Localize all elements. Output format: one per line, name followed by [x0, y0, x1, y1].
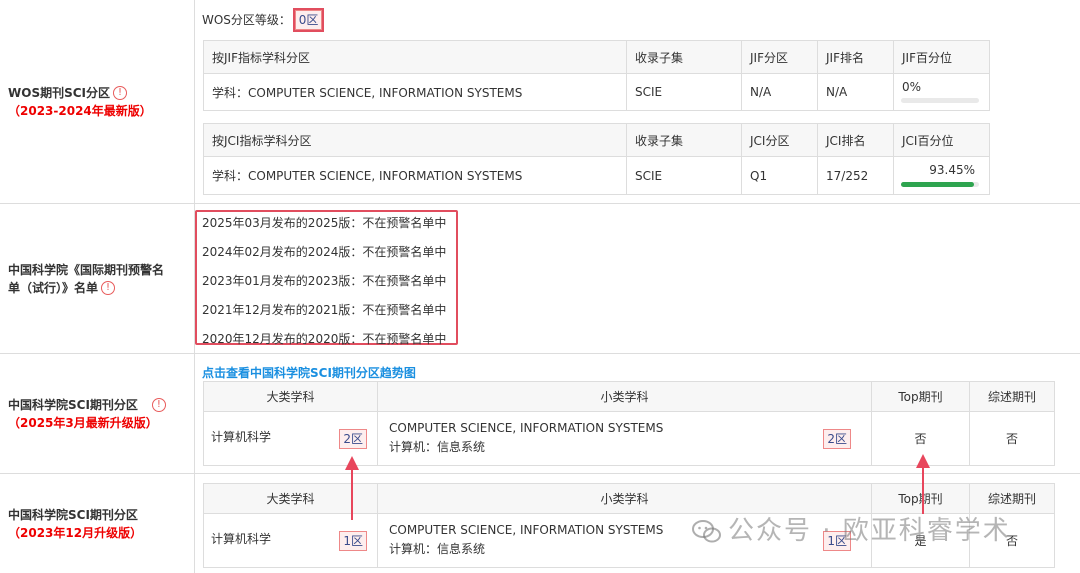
- jci-header-zone: JCI分区: [741, 123, 818, 157]
- jci-percentile-cell: 93.45%: [893, 156, 990, 195]
- arrow-up-icon: [345, 456, 359, 520]
- header-minor: 小类学科: [377, 483, 872, 514]
- jci-header-row: 按JCI指标学科分区 收录子集 JCI分区 JCI排名 JCI百分位: [203, 123, 990, 157]
- cas-2023-sub: （2023年12月升级版）: [8, 525, 143, 540]
- major-cell: 计算机科学 1区: [203, 513, 378, 568]
- minor-subject-cn: 计算机：信息系统: [389, 542, 486, 556]
- watermark-text: 公众号 · 欧亚科睿学术: [728, 516, 1011, 546]
- list-item: 2020年12月发布的2020版：不在预警名单中: [202, 332, 447, 346]
- header-major: 大类学科: [203, 381, 378, 412]
- info-icon[interactable]: !: [113, 86, 127, 100]
- cas-warning-section: 中国科学院《国际期刊预警名单（试行）》名单! 2025年03月发布的2025版：…: [0, 203, 1080, 353]
- jci-header-subset: 收录子集: [626, 123, 742, 157]
- major-zone-badge: 1区: [339, 531, 367, 551]
- jif-header-zone: JIF分区: [741, 40, 818, 74]
- cas-warning-label: 中国科学院《国际期刊预警名单（试行）》名单: [8, 262, 165, 295]
- wos-section: WOS期刊SCI分区! （2023-2024年最新版） WOS分区等级： 0区 …: [0, 0, 1080, 203]
- minor-subject-en: COMPUTER SCIENCE, INFORMATION SYSTEMS: [389, 421, 664, 435]
- jif-percentile: 0%: [902, 80, 922, 94]
- jci-percentile: 93.45%: [929, 163, 975, 177]
- cas-2025-content: 点击查看中国科学院SCI期刊分区趋势图 大类学科 小类学科 Top期刊 综述期刊…: [195, 354, 1080, 473]
- list-item: 2025年03月发布的2025版：不在预警名单中: [202, 216, 447, 230]
- cas-warning-label-cell: 中国科学院《国际期刊预警名单（试行）》名单!: [0, 204, 195, 353]
- cas-2025-label: 中国科学院SCI期刊分区: [8, 397, 138, 412]
- wos-content: WOS分区等级： 0区 按JIF指标学科分区 收录子集 JIF分区 JIF排名 …: [195, 0, 1080, 203]
- jci-zone: Q1: [741, 156, 818, 195]
- cas-2025-label-cell: 中国科学院SCI期刊分区! （2025年3月最新升级版）: [0, 354, 195, 473]
- header-review: 综述期刊: [969, 483, 1055, 514]
- jci-subset: SCIE: [626, 156, 742, 195]
- jci-rank: 17/252: [817, 156, 894, 195]
- table-row: 学科：COMPUTER SCIENCE, INFORMATION SYSTEMS…: [203, 156, 990, 195]
- table-row: 学科：COMPUTER SCIENCE, INFORMATION SYSTEMS…: [203, 73, 990, 111]
- jci-header-rank: JCI排名: [817, 123, 894, 157]
- minor-subject-en: COMPUTER SCIENCE, INFORMATION SYSTEMS: [389, 523, 664, 537]
- jci-header-subject: 按JCI指标学科分区: [203, 123, 627, 157]
- jif-table: 按JIF指标学科分区 收录子集 JIF分区 JIF排名 JIF百分位 学科：CO…: [203, 40, 990, 111]
- info-icon[interactable]: !: [101, 281, 116, 295]
- jif-header-subset: 收录子集: [626, 40, 742, 74]
- jif-percentile-bar: [901, 98, 979, 103]
- wos-level: WOS分区等级： 0区: [202, 8, 325, 32]
- jci-subject: 学科：COMPUTER SCIENCE, INFORMATION SYSTEMS: [203, 156, 627, 195]
- arrow-up-icon: [916, 454, 930, 514]
- wos-label-cell: WOS期刊SCI分区! （2023-2024年最新版）: [0, 0, 195, 203]
- review-journal-value: 否: [969, 411, 1055, 466]
- jci-table: 按JCI指标学科分区 收录子集 JCI分区 JCI排名 JCI百分位 学科：CO…: [203, 123, 990, 195]
- minor-zone-badge: 2区: [823, 429, 851, 449]
- jci-percentile-bar: [901, 182, 979, 187]
- cas-2023-header-row: 大类学科 小类学科 Top期刊 综述期刊: [203, 483, 1055, 514]
- jci-header-percentile: JCI百分位: [893, 123, 990, 157]
- wos-level-label: WOS分区等级：: [202, 13, 291, 27]
- jif-header-percentile: JIF百分位: [893, 40, 990, 74]
- list-item: 2024年02月发布的2024版：不在预警名单中: [202, 245, 447, 259]
- jif-percentile-cell: 0%: [893, 73, 990, 111]
- jif-subset: SCIE: [626, 73, 742, 111]
- cas-2023-label-cell: 中国科学院SCI期刊分区 （2023年12月升级版）: [0, 474, 195, 573]
- jci-percentile-fill: [901, 182, 974, 187]
- cas-warning-content: 2025年03月发布的2025版：不在预警名单中 2024年02月发布的2024…: [195, 204, 1080, 353]
- minor-cell: COMPUTER SCIENCE, INFORMATION SYSTEMS 计算…: [377, 411, 872, 466]
- wechat-icon: [692, 519, 721, 542]
- wos-level-badge: 0区: [292, 8, 325, 32]
- wos-label: WOS期刊SCI分区: [8, 85, 110, 100]
- jif-header-row: 按JIF指标学科分区 收录子集 JIF分区 JIF排名 JIF百分位: [203, 40, 990, 74]
- header-review: 综述期刊: [969, 381, 1055, 412]
- header-top: Top期刊: [871, 381, 970, 412]
- cas-2025-sub: （2025年3月最新升级版）: [8, 415, 158, 430]
- major-subject: 计算机科学: [211, 430, 272, 444]
- list-item: 2021年12月发布的2021版：不在预警名单中: [202, 303, 447, 317]
- jif-header-rank: JIF排名: [817, 40, 894, 74]
- header-minor: 小类学科: [377, 381, 872, 412]
- minor-subject-cn: 计算机：信息系统: [389, 440, 486, 454]
- cas-2025-header-row: 大类学科 小类学科 Top期刊 综述期刊: [203, 381, 1055, 412]
- jif-subject: 学科：COMPUTER SCIENCE, INFORMATION SYSTEMS: [203, 73, 627, 111]
- cas-2023-label: 中国科学院SCI期刊分区: [8, 507, 138, 522]
- major-subject: 计算机科学: [211, 532, 272, 546]
- list-item: 2023年01月发布的2023版：不在预警名单中: [202, 274, 447, 288]
- jif-header-subject: 按JIF指标学科分区: [203, 40, 627, 74]
- wos-sub: （2023-2024年最新版）: [8, 103, 152, 118]
- major-zone-badge: 2区: [339, 429, 367, 449]
- header-top: Top期刊: [871, 483, 970, 514]
- jif-rank: N/A: [817, 73, 894, 111]
- jif-zone: N/A: [741, 73, 818, 111]
- info-icon[interactable]: !: [151, 398, 166, 412]
- trend-chart-link[interactable]: 点击查看中国科学院SCI期刊分区趋势图: [202, 364, 416, 381]
- watermark: 公众号 · 欧亚科睿学术: [692, 510, 1011, 547]
